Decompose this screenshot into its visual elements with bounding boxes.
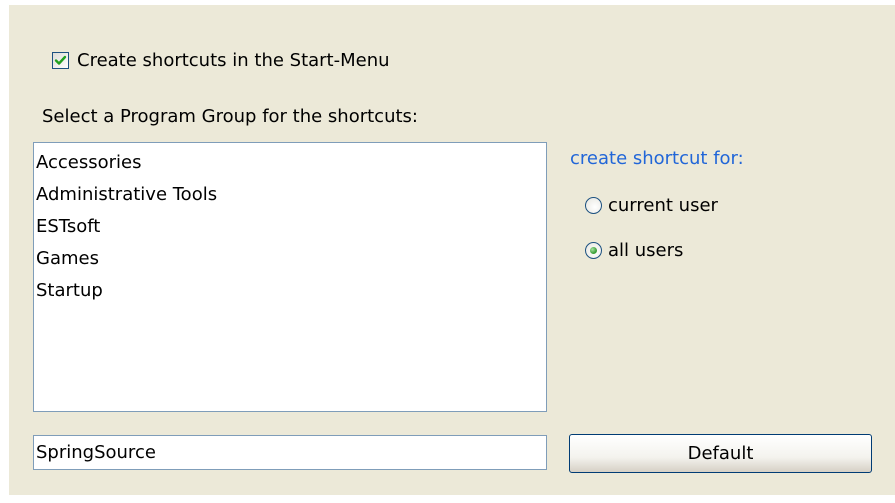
- create-shortcuts-checkbox-row[interactable]: Create shortcuts in the Start-Menu: [52, 48, 390, 72]
- list-item-startup[interactable]: Startup: [34, 275, 546, 307]
- current-user-radio-row[interactable]: current user: [585, 193, 718, 217]
- list-item-games[interactable]: Games: [34, 243, 546, 275]
- create-shortcuts-label: Create shortcuts in the Start-Menu: [77, 49, 390, 71]
- program-group-label: Select a Program Group for the shortcuts…: [42, 106, 418, 127]
- all-users-radio[interactable]: [585, 241, 602, 259]
- default-button[interactable]: Default: [569, 434, 872, 473]
- program-group-listbox[interactable]: Accessories Administrative Tools ESTsoft…: [33, 142, 547, 412]
- checkmark-icon: [54, 55, 67, 65]
- create-shortcuts-checkbox[interactable]: [52, 51, 69, 69]
- program-group-name-field[interactable]: SpringSource: [33, 435, 547, 470]
- list-item-administrative-tools[interactable]: Administrative Tools: [34, 179, 546, 211]
- radio-selected-dot: [590, 246, 597, 254]
- all-users-radio-row[interactable]: all users: [585, 238, 683, 262]
- current-user-radio[interactable]: [585, 196, 602, 214]
- list-item-accessories[interactable]: Accessories: [34, 147, 546, 179]
- current-user-label: current user: [608, 194, 718, 216]
- all-users-label: all users: [608, 239, 684, 261]
- list-item-estsoft[interactable]: ESTsoft: [34, 211, 546, 243]
- create-shortcut-for-label: create shortcut for:: [570, 148, 744, 169]
